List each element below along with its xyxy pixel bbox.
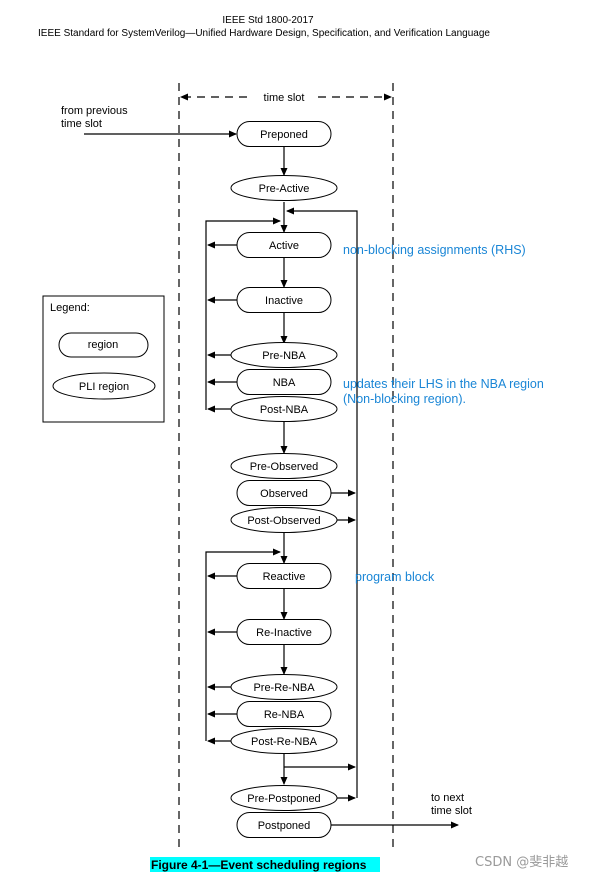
annotation-lhs-1: updates their LHS in the NBA region bbox=[343, 377, 544, 391]
region-nba-label: NBA bbox=[273, 377, 296, 389]
annotation-rhs: non-blocking assignments (RHS) bbox=[343, 243, 526, 257]
arrowhead-left-icon bbox=[180, 93, 188, 101]
from-label-2: time slot bbox=[61, 118, 102, 130]
region-pre-active-label: Pre-Active bbox=[259, 183, 310, 195]
event-scheduling-diagram: IEEE Std 1800-2017 IEEE Standard for Sys… bbox=[38, 15, 568, 872]
region-preponed-label: Preponed bbox=[260, 129, 308, 141]
annotation-lhs-2: (Non-blocking region). bbox=[343, 392, 466, 406]
region-re-inactive-label: Re-Inactive bbox=[256, 627, 312, 639]
region-reactive-label: Reactive bbox=[263, 571, 306, 583]
region-pre-nba-label: Pre-NBA bbox=[262, 350, 306, 362]
region-inactive-label: Inactive bbox=[265, 295, 303, 307]
arrowhead-right-icon bbox=[384, 93, 392, 101]
region-pre-observed-label: Pre-Observed bbox=[250, 461, 318, 473]
region-observed-label: Observed bbox=[260, 488, 308, 500]
header-std: IEEE Std 1800-2017 bbox=[222, 15, 314, 26]
region-postponed-label: Postponed bbox=[258, 820, 311, 832]
time-slot-label: time slot bbox=[264, 92, 305, 104]
from-label-1: from previous bbox=[61, 105, 128, 117]
region-post-re-nba-label: Post-Re-NBA bbox=[251, 736, 318, 748]
annotation-program: program block bbox=[355, 570, 435, 584]
region-re-nba-label: Re-NBA bbox=[264, 709, 305, 721]
legend-box bbox=[42, 295, 165, 423]
to-label-1: to next bbox=[431, 792, 464, 804]
figure-caption: Figure 4-1—Event scheduling regions bbox=[151, 858, 367, 872]
region-post-nba-label: Post-NBA bbox=[260, 404, 309, 416]
region-post-observed-label: Post-Observed bbox=[247, 515, 320, 527]
legend-pli-label: PLI region bbox=[79, 381, 129, 393]
legend-title: Legend: bbox=[50, 302, 90, 314]
watermark: CSDN @斐非越 bbox=[475, 855, 568, 870]
legend-region-label: region bbox=[88, 339, 119, 351]
region-pre-postponed-label: Pre-Postponed bbox=[247, 793, 320, 805]
region-pre-re-nba-label: Pre-Re-NBA bbox=[253, 682, 315, 694]
to-label-2: time slot bbox=[431, 805, 472, 817]
region-active-label: Active bbox=[269, 240, 299, 252]
header-title: IEEE Standard for SystemVerilog—Unified … bbox=[38, 28, 490, 39]
